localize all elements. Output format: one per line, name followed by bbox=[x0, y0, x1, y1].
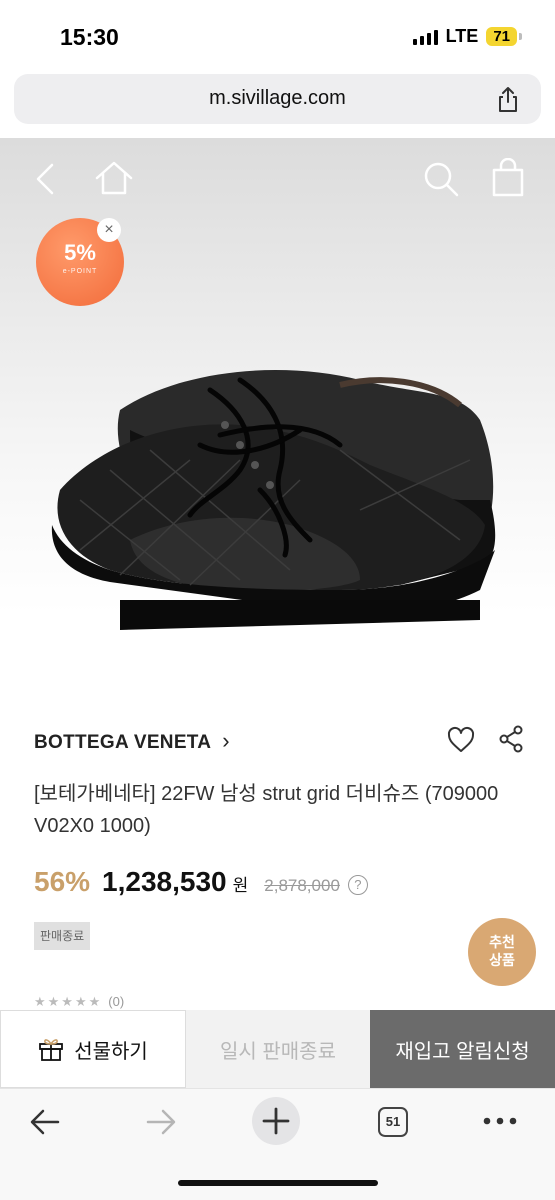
recommend-label-line2: 상품 bbox=[489, 952, 515, 968]
gift-label: 선물하기 bbox=[74, 1040, 148, 1063]
promo-subtitle: e-POINT bbox=[62, 268, 98, 275]
recommend-label-line1: 추천 bbox=[489, 934, 515, 950]
battery-indicator: 71 bbox=[486, 27, 522, 46]
browser-forward-icon[interactable] bbox=[144, 1107, 178, 1137]
status-badge: 판매종료 bbox=[34, 922, 91, 950]
gift-button[interactable]: 선물하기 bbox=[0, 1010, 186, 1088]
chevron-right-icon: › bbox=[222, 728, 230, 753]
original-price: 2,878,000 bbox=[264, 876, 340, 895]
heart-icon[interactable] bbox=[446, 726, 476, 754]
currency-label: 원 bbox=[232, 876, 249, 895]
close-icon[interactable]: × bbox=[97, 218, 121, 242]
price-row: 56% 1,238,530 원 2,878,000 ? bbox=[34, 866, 368, 898]
home-indicator bbox=[178, 1180, 378, 1186]
brand-link[interactable]: BOTTEGA VENETA › bbox=[34, 728, 230, 754]
shopping-bag-icon[interactable] bbox=[490, 158, 526, 198]
purchase-action-bar: 선물하기 일시 판매종료 재입고 알림신청 bbox=[0, 1010, 555, 1088]
signal-icon bbox=[412, 29, 438, 45]
status-time: 15:30 bbox=[60, 24, 119, 50]
brand-name: BOTTEGA VENETA bbox=[34, 732, 211, 753]
home-icon[interactable] bbox=[94, 160, 134, 196]
network-label: LTE bbox=[445, 26, 479, 46]
share-icon[interactable] bbox=[495, 85, 521, 113]
info-icon[interactable]: ? bbox=[347, 875, 368, 895]
status-bar: 15:30 LTE 71 bbox=[0, 0, 555, 70]
sale-price: 1,238,530 bbox=[102, 866, 227, 897]
product-photo bbox=[51, 370, 496, 630]
share-icon[interactable] bbox=[498, 725, 524, 753]
temp-soldout-button: 일시 판매종료 bbox=[186, 1010, 370, 1088]
recommend-products-button[interactable]: 추천 상품 bbox=[468, 918, 536, 986]
rating-count: (0) bbox=[108, 994, 125, 1009]
more-icon[interactable] bbox=[482, 1115, 518, 1127]
new-tab-button[interactable] bbox=[252, 1097, 300, 1145]
tabs-button[interactable]: 51 bbox=[378, 1107, 408, 1137]
restock-alert-button[interactable]: 재입고 알림신청 bbox=[370, 1010, 555, 1088]
promo-percent: 5% bbox=[64, 240, 96, 265]
search-icon[interactable] bbox=[422, 160, 460, 198]
rating-summary[interactable]: ★★★★★ (0) bbox=[34, 994, 124, 1010]
back-icon[interactable] bbox=[34, 162, 56, 196]
discount-rate: 56% bbox=[34, 866, 91, 897]
browser-back-icon[interactable] bbox=[28, 1107, 62, 1137]
rating-stars: ★★★★★ bbox=[34, 994, 103, 1009]
plus-icon bbox=[262, 1107, 290, 1135]
url-text[interactable]: m.sivillage.com bbox=[14, 87, 541, 110]
address-bar[interactable]: m.sivillage.com bbox=[14, 74, 541, 124]
gift-icon bbox=[39, 1039, 64, 1061]
status-indicators: LTE 71 bbox=[412, 26, 522, 47]
product-name: [보테가베네타] 22FW 남성 strut grid 더비슈즈 (709000… bbox=[34, 783, 499, 837]
